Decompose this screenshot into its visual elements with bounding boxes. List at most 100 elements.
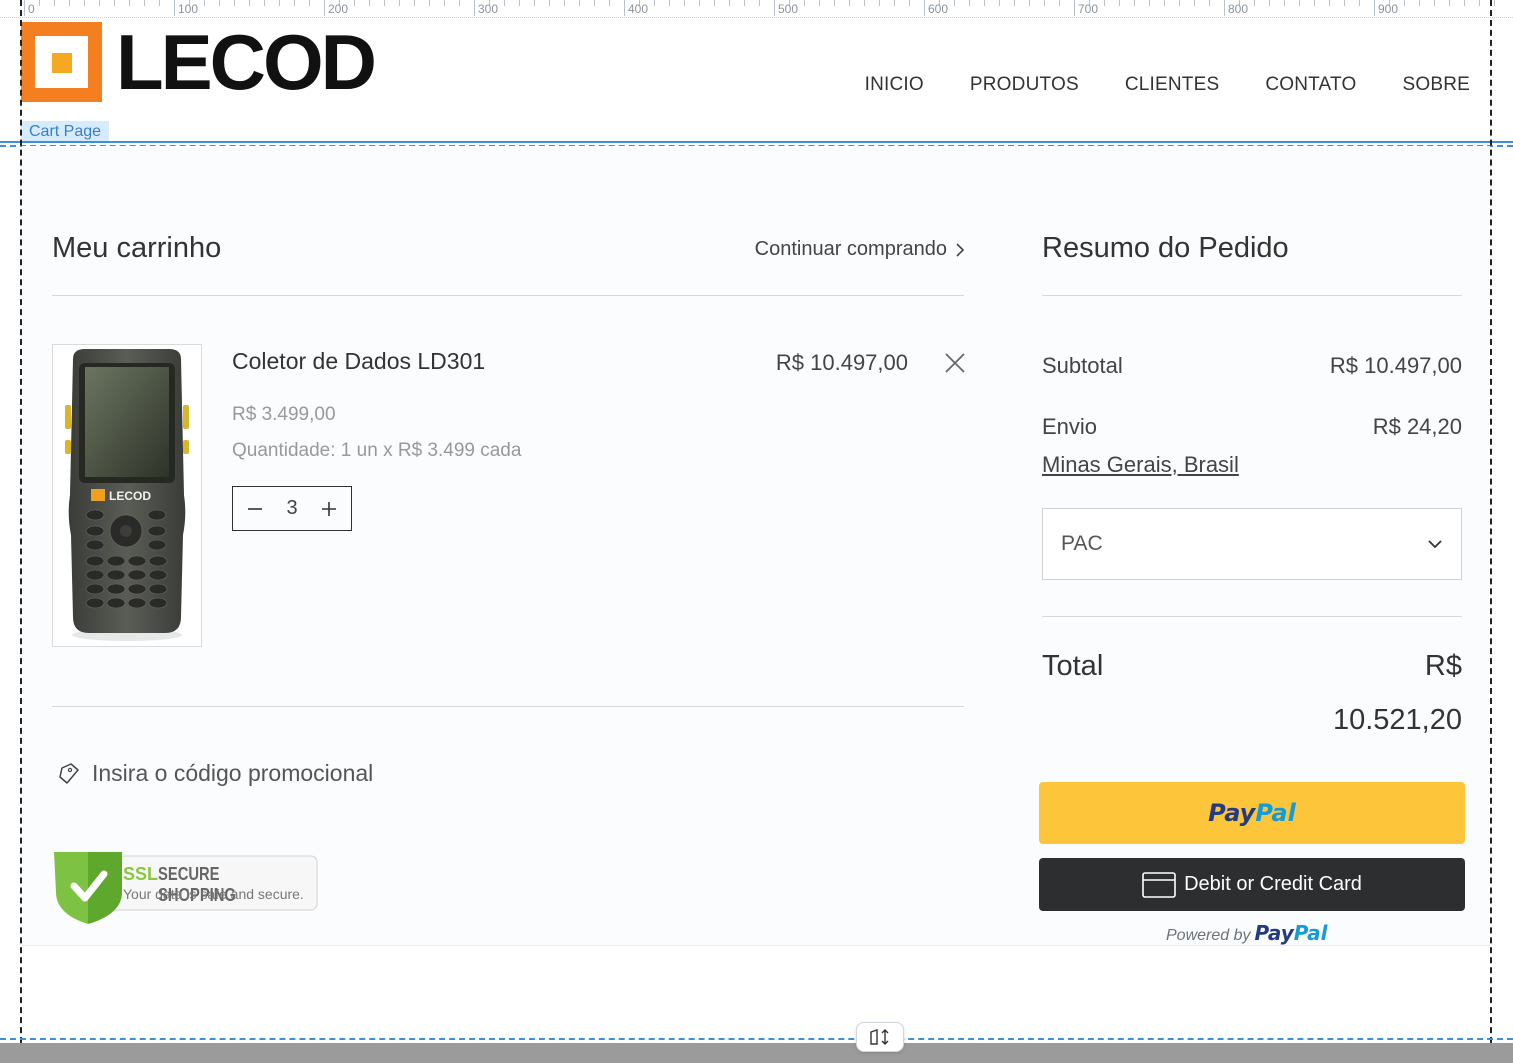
ruler-tick [999,0,1000,6]
ruler-tick [909,0,910,6]
ruler-tick [504,0,505,6]
ruler-tick [1014,0,1015,6]
ruler-tick [429,0,430,6]
summary-total-divider [1042,616,1462,617]
logo-mark-icon [21,22,102,102]
nav-item-sobre[interactable]: SOBRE [1402,74,1470,96]
quantity-stepper: 3 [232,486,352,531]
shipping-label: Envio [1042,414,1098,439]
product-image[interactable]: LECOD [52,344,202,647]
ruler-tick [1329,0,1330,6]
ruler-tick [399,0,400,6]
cart-title: Meu carrinho [52,232,222,264]
debit-credit-card-button[interactable]: Debit or Credit Card [1039,858,1465,911]
ruler-tick [309,0,310,6]
ruler-tick [624,0,625,16]
left-guide [20,0,22,1063]
ruler-tick [1374,0,1375,16]
ruler-tick [1059,0,1060,6]
product-name[interactable]: Coletor de Dados LD301 [232,348,485,375]
decrease-quantity-button[interactable] [245,499,265,519]
increase-quantity-button[interactable] [319,499,339,519]
shipping-region-link[interactable]: Minas Gerais, Brasil [1042,452,1239,478]
promo-code-link[interactable]: Insira o código promocional [58,760,373,787]
continue-shopping-link[interactable]: Continuar comprando [755,238,965,261]
editor-canvas: 0 100 200 300 400 500 600 700 800 900 LECOD INICI… [0,0,1513,1063]
section-resize-handle[interactable] [856,1022,904,1052]
ruler-tick [1479,0,1480,6]
ruler-tick [1074,0,1075,16]
ruler-label: 900 [1378,2,1399,16]
nav-item-contato[interactable]: CONTATO [1265,74,1356,96]
ruler-tick [129,0,130,6]
resize-height-icon [870,1029,889,1045]
ruler-tick [699,0,700,6]
ruler-label: 800 [1228,2,1249,16]
ruler-tick [1179,0,1180,6]
nav-item-inicio[interactable]: INICIO [865,74,924,96]
svg-text:LECOD: LECOD [109,489,151,503]
ruler-label: 600 [928,2,949,16]
ruler-label: 700 [1078,2,1099,16]
ruler-tick [1224,0,1225,16]
ruler-tick [879,0,880,6]
summary-title: Resumo do Pedido [1042,232,1289,264]
product-unit-price: R$ 3.499,00 [232,404,336,425]
ssl-title-a: SSL [123,864,159,884]
plus-icon [322,501,336,516]
paypal-logo: PayPal [1208,799,1296,827]
ruler-tick [414,0,415,6]
paypal-button[interactable]: PayPal [1039,782,1465,844]
ruler-tick [474,0,475,16]
chevron-down-icon [1428,540,1442,549]
subtotal-label: Subtotal [1042,353,1123,378]
credit-card-icon [1142,871,1176,898]
ruler-tick [204,0,205,6]
quantity-value[interactable]: 3 [286,497,297,520]
ruler-tick [759,0,760,6]
footer-guide [0,1038,1513,1040]
ruler-tick [219,0,220,6]
ruler-tick [1299,0,1300,6]
ruler-tick [1359,0,1360,6]
ruler-tick [279,0,280,6]
shipping-method-select[interactable]: PAC [1042,508,1462,580]
ruler-tick [834,0,835,6]
page-tag[interactable]: Cart Page [21,121,110,143]
ruler-tick [1194,0,1195,6]
ruler-tick [969,0,970,6]
ruler-tick [1119,0,1120,6]
ruler-tick [1209,0,1210,6]
ruler-tick [1404,0,1405,6]
ruler-tick [174,0,175,16]
scanner-image: LECOD [65,349,189,641]
subtotal-value: R$ 10.497,00 [1329,353,1462,378]
powered-by-label: Powered by [1166,927,1251,944]
remove-item-button[interactable] [944,352,966,374]
ruler-tick [1044,0,1045,6]
chevron-right-icon [956,242,965,257]
ruler-tick [249,0,250,6]
ruler-label: 500 [778,2,799,16]
logo-text: LECOD [116,18,377,106]
nav-item-clientes[interactable]: CLIENTES [1125,74,1220,96]
ruler-tick [954,0,955,6]
ruler-tick [714,0,715,6]
ruler-tick [804,0,805,6]
ruler-label: 100 [178,2,199,16]
nav-item-produtos[interactable]: PRODUTOS [970,74,1079,96]
ruler-label: 0 [28,2,35,16]
ruler-tick [144,0,145,6]
paypal-small-logo: PayPal [1254,921,1328,945]
ruler-tick [684,0,685,6]
ruler-tick [24,0,25,16]
ruler-tick [1419,0,1420,6]
ruler-tick [594,0,595,6]
total-currency: R$ [1424,650,1462,682]
ruler-tick [354,0,355,6]
ruler-tick [294,0,295,6]
ruler-tick [234,0,235,6]
ruler-tick [654,0,655,6]
ruler-tick [1134,0,1135,6]
site-logo[interactable]: LECOD [21,18,377,106]
